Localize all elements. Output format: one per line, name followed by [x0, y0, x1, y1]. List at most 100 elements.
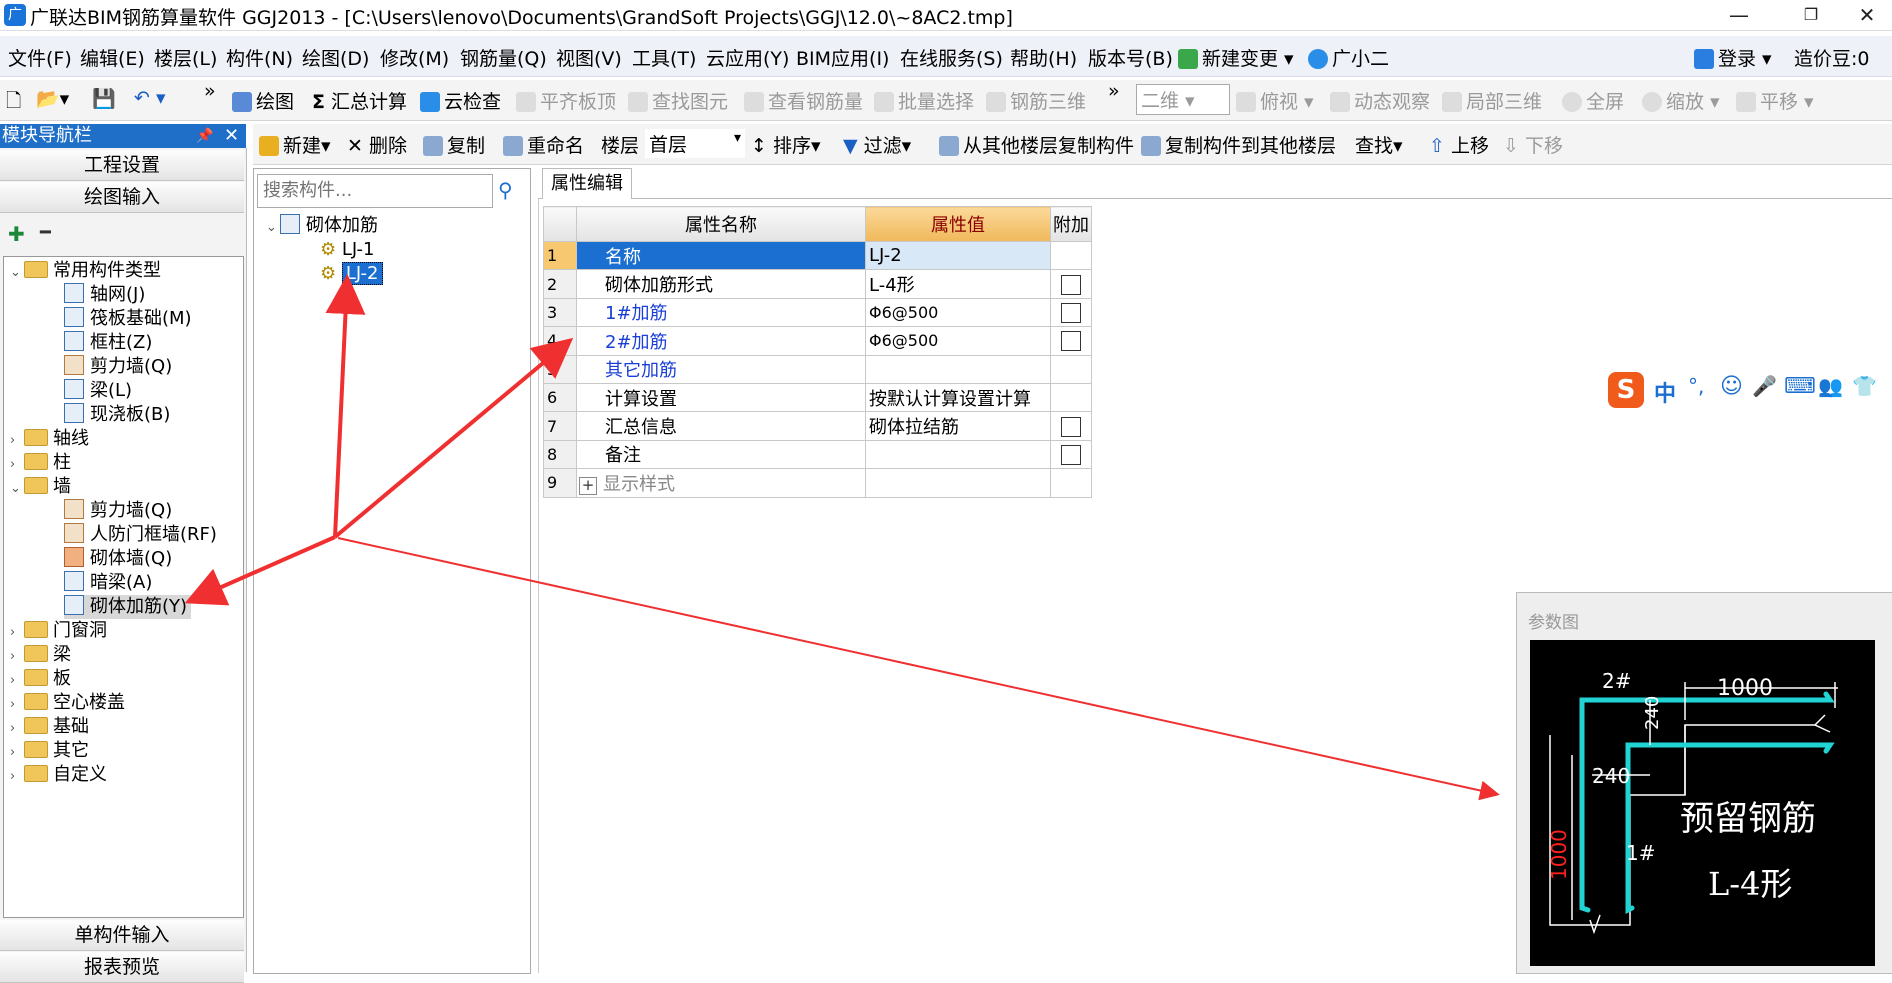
toolbar-more-icon[interactable]: » — [204, 80, 216, 102]
tree-item-raft-foundation[interactable]: 筏板基础(M) — [64, 307, 192, 331]
menu-rebar-quantity[interactable]: 钢筋量(Q) — [460, 44, 547, 71]
tab-property-edit[interactable]: 属性编辑 — [542, 168, 632, 199]
tree-item-cast-slab[interactable]: 现浇板(B) — [64, 403, 170, 427]
emoji-icon[interactable]: ☺ — [1720, 374, 1743, 399]
property-value-input[interactable]: LJ-2 — [865, 240, 1051, 271]
tree-folder-column[interactable]: › 柱 — [10, 451, 71, 475]
component-tree-root[interactable]: ⌄ 砌体加筋 — [266, 214, 378, 238]
users-icon[interactable]: 👥 — [1818, 374, 1843, 398]
new-component-button[interactable]: 新建▾ — [259, 131, 331, 158]
append-checkbox[interactable] — [1061, 331, 1081, 352]
ime-punctuation-icon[interactable]: °, — [1688, 374, 1704, 398]
property-value-input[interactable] — [865, 354, 1051, 384]
tree-item-masonry-rebar[interactable]: 砌体加筋(Y) — [64, 595, 192, 619]
table-row[interactable]: 6 计算设置 按默认计算设置计算 — [543, 382, 1092, 413]
tree-item-frame-column[interactable]: 框柱(Z) — [64, 331, 152, 355]
new-file-icon[interactable]: 🗋 — [6, 87, 21, 119]
draw-button[interactable]: 绘图 — [232, 87, 294, 114]
cloud-check-button[interactable]: 云检查 — [420, 87, 501, 114]
tree-item-beam[interactable]: 梁(L) — [64, 379, 132, 403]
tree-folder-hollow-floor[interactable]: › 空心楼盖 — [10, 691, 125, 715]
project-settings-button[interactable]: 工程设置 — [0, 150, 244, 181]
tree-folder-axis-line[interactable]: › 轴线 — [10, 427, 89, 451]
tree-item-axis-grid[interactable]: 轴网(J) — [64, 283, 145, 307]
tree-folder-other[interactable]: › 其它 — [10, 739, 89, 763]
toolbar-more-icon-2[interactable]: » — [1108, 80, 1120, 102]
tree-folder-foundation[interactable]: › 基础 — [10, 715, 89, 739]
component-item-lj2[interactable]: ⚙ LJ-2 — [320, 262, 383, 286]
property-value-input[interactable]: 砌体拉结筋 — [865, 411, 1051, 441]
view-mode-select[interactable]: 二维 ▾ — [1136, 84, 1230, 115]
local-3d-button[interactable]: 局部三维 — [1442, 87, 1542, 114]
expand-icon[interactable]: + — [579, 476, 597, 495]
property-value-input[interactable] — [865, 439, 1051, 470]
table-row[interactable]: 2 砌体加筋形式 L-4形 — [543, 269, 1092, 299]
drawing-input-button[interactable]: 绘图输入 — [0, 182, 244, 213]
table-row[interactable]: 1 名称 LJ-2 — [543, 240, 1092, 271]
menu-bim[interactable]: BIM应用(I) — [796, 44, 889, 71]
find-element-button[interactable]: 查找图元 — [628, 87, 728, 114]
component-item-lj1[interactable]: ⚙ LJ-1 — [320, 238, 375, 262]
view-rebar-quantity-button[interactable]: 查看钢筋量 — [744, 87, 863, 114]
search-icon[interactable]: ⚲ — [498, 178, 513, 202]
menu-version[interactable]: 版本号(B) — [1088, 44, 1173, 71]
copy-from-other-floor-button[interactable]: 从其他楼层复制构件 — [939, 131, 1134, 158]
flush-slab-top-button[interactable]: 平齐板顶 — [516, 87, 616, 114]
rename-button[interactable]: 重命名 — [503, 131, 584, 158]
append-checkbox[interactable] — [1061, 274, 1081, 295]
tree-folder-beam[interactable]: › 梁 — [10, 643, 71, 667]
menu-online-service[interactable]: 在线服务(S) — [900, 44, 1003, 71]
table-row[interactable]: 5 其它加筋 — [543, 354, 1092, 384]
append-checkbox[interactable] — [1061, 444, 1081, 465]
property-value-input[interactable]: L-4形 — [865, 269, 1051, 299]
append-checkbox[interactable] — [1061, 416, 1081, 437]
collapse-all-icon[interactable]: ━ — [40, 222, 51, 243]
table-row[interactable]: 3 1#加筋 Φ6@500 — [543, 297, 1092, 328]
append-checkbox[interactable] — [1061, 302, 1081, 323]
menu-new-change[interactable]: 新建变更 ▾ — [1178, 44, 1294, 71]
tree-folder-door-window[interactable]: › 门窗洞 — [10, 619, 107, 643]
undo-icon[interactable]: ↶ ▾ — [134, 87, 166, 109]
menu-component[interactable]: 构件(N) — [226, 44, 293, 71]
rebar-3d-button[interactable]: 钢筋三维 — [986, 87, 1086, 114]
single-component-input-button[interactable]: 单构件输入 — [0, 920, 244, 951]
fullscreen-button[interactable]: 全屏 — [1562, 87, 1624, 114]
microphone-icon[interactable]: 🎤 — [1752, 374, 1777, 398]
open-file-icon[interactable]: 📂▾ — [36, 87, 69, 110]
batch-select-button[interactable]: 批量选择 — [874, 87, 974, 114]
property-value-input[interactable]: Φ6@500 — [865, 297, 1051, 328]
menu-cloud[interactable]: 云应用(Y) — [706, 44, 789, 71]
tree-folder-wall[interactable]: ⌄ 墙 — [10, 475, 71, 499]
table-row[interactable]: 4 2#加筋 Φ6@500 — [543, 326, 1092, 356]
login-button[interactable]: 登录 ▾ — [1694, 44, 1772, 71]
table-row[interactable]: 7 汇总信息 砌体拉结筋 — [543, 411, 1092, 441]
expand-all-icon[interactable]: ✚ — [8, 222, 25, 246]
copy-button[interactable]: 复制 — [423, 131, 485, 158]
tree-folder-slab[interactable]: › 板 — [10, 667, 71, 691]
property-value-input[interactable] — [865, 468, 1051, 498]
nav-close-icon[interactable]: ✕ — [224, 124, 239, 148]
find-button[interactable]: 查找▾ — [1355, 131, 1403, 158]
tree-item-shear-wall[interactable]: 剪力墙(Q) — [64, 355, 172, 379]
menu-help[interactable]: 帮助(H) — [1010, 44, 1077, 71]
close-button[interactable]: ✕ — [1840, 0, 1892, 30]
report-preview-button[interactable]: 报表预览 — [0, 952, 244, 983]
tree-item-wall-shear-wall[interactable]: 剪力墙(Q) — [64, 499, 172, 523]
property-value-input[interactable]: 按默认计算设置计算 — [865, 382, 1051, 413]
table-row[interactable]: 8 备注 — [543, 439, 1092, 470]
save-icon[interactable]: 💾 — [92, 87, 116, 110]
summary-calc-button[interactable]: Σ 汇总计算 — [312, 87, 407, 114]
tree-item-civil-defense-door-wall[interactable]: 人防门框墙(RF) — [64, 523, 217, 547]
menu-guangxiaoer[interactable]: 广小二 — [1308, 44, 1389, 71]
tree-item-masonry-wall[interactable]: 砌体墙(Q) — [64, 547, 172, 571]
menu-modify[interactable]: 修改(M) — [380, 44, 449, 71]
tree-folder-custom[interactable]: › 自定义 — [10, 763, 107, 787]
pan-button[interactable]: 平移 ▾ — [1736, 87, 1814, 114]
menu-draw[interactable]: 绘图(D) — [302, 44, 369, 71]
zoom-button[interactable]: 缩放 ▾ — [1642, 87, 1720, 114]
top-view-button[interactable]: 俯视 ▾ — [1236, 87, 1314, 114]
dynamic-orbit-button[interactable]: 动态观察 — [1330, 87, 1430, 114]
pin-icon[interactable]: 📌 — [196, 124, 213, 148]
minimize-button[interactable]: — — [1712, 0, 1766, 30]
delete-button[interactable]: ✕ 删除 — [347, 131, 407, 158]
